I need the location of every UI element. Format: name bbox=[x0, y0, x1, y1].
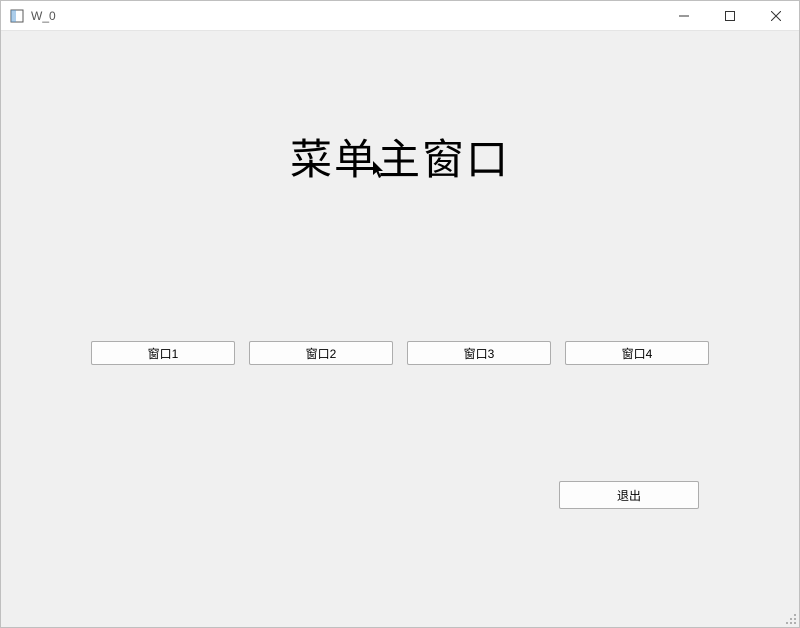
close-button[interactable] bbox=[753, 1, 799, 30]
window-3-button[interactable]: 窗口3 bbox=[407, 341, 551, 365]
window-4-button[interactable]: 窗口4 bbox=[565, 341, 709, 365]
page-title: 菜单主窗口 bbox=[1, 126, 799, 187]
resize-grip-icon[interactable] bbox=[783, 611, 797, 625]
titlebar: W_0 bbox=[1, 1, 799, 31]
app-icon bbox=[9, 8, 25, 24]
client-area: 菜单主窗口 窗口1 窗口2 窗口3 窗口4 退出 bbox=[1, 31, 799, 627]
window-1-button[interactable]: 窗口1 bbox=[91, 341, 235, 365]
window-2-button[interactable]: 窗口2 bbox=[249, 341, 393, 365]
window-title: W_0 bbox=[31, 9, 56, 23]
minimize-button[interactable] bbox=[661, 1, 707, 30]
main-window: W_0 菜单主窗口 窗口1 窗口2 窗口3 窗口4 退出 bbox=[0, 0, 800, 628]
maximize-button[interactable] bbox=[707, 1, 753, 30]
window-buttons-row: 窗口1 窗口2 窗口3 窗口4 bbox=[91, 341, 709, 365]
exit-button[interactable]: 退出 bbox=[559, 481, 699, 509]
window-controls bbox=[661, 1, 799, 30]
